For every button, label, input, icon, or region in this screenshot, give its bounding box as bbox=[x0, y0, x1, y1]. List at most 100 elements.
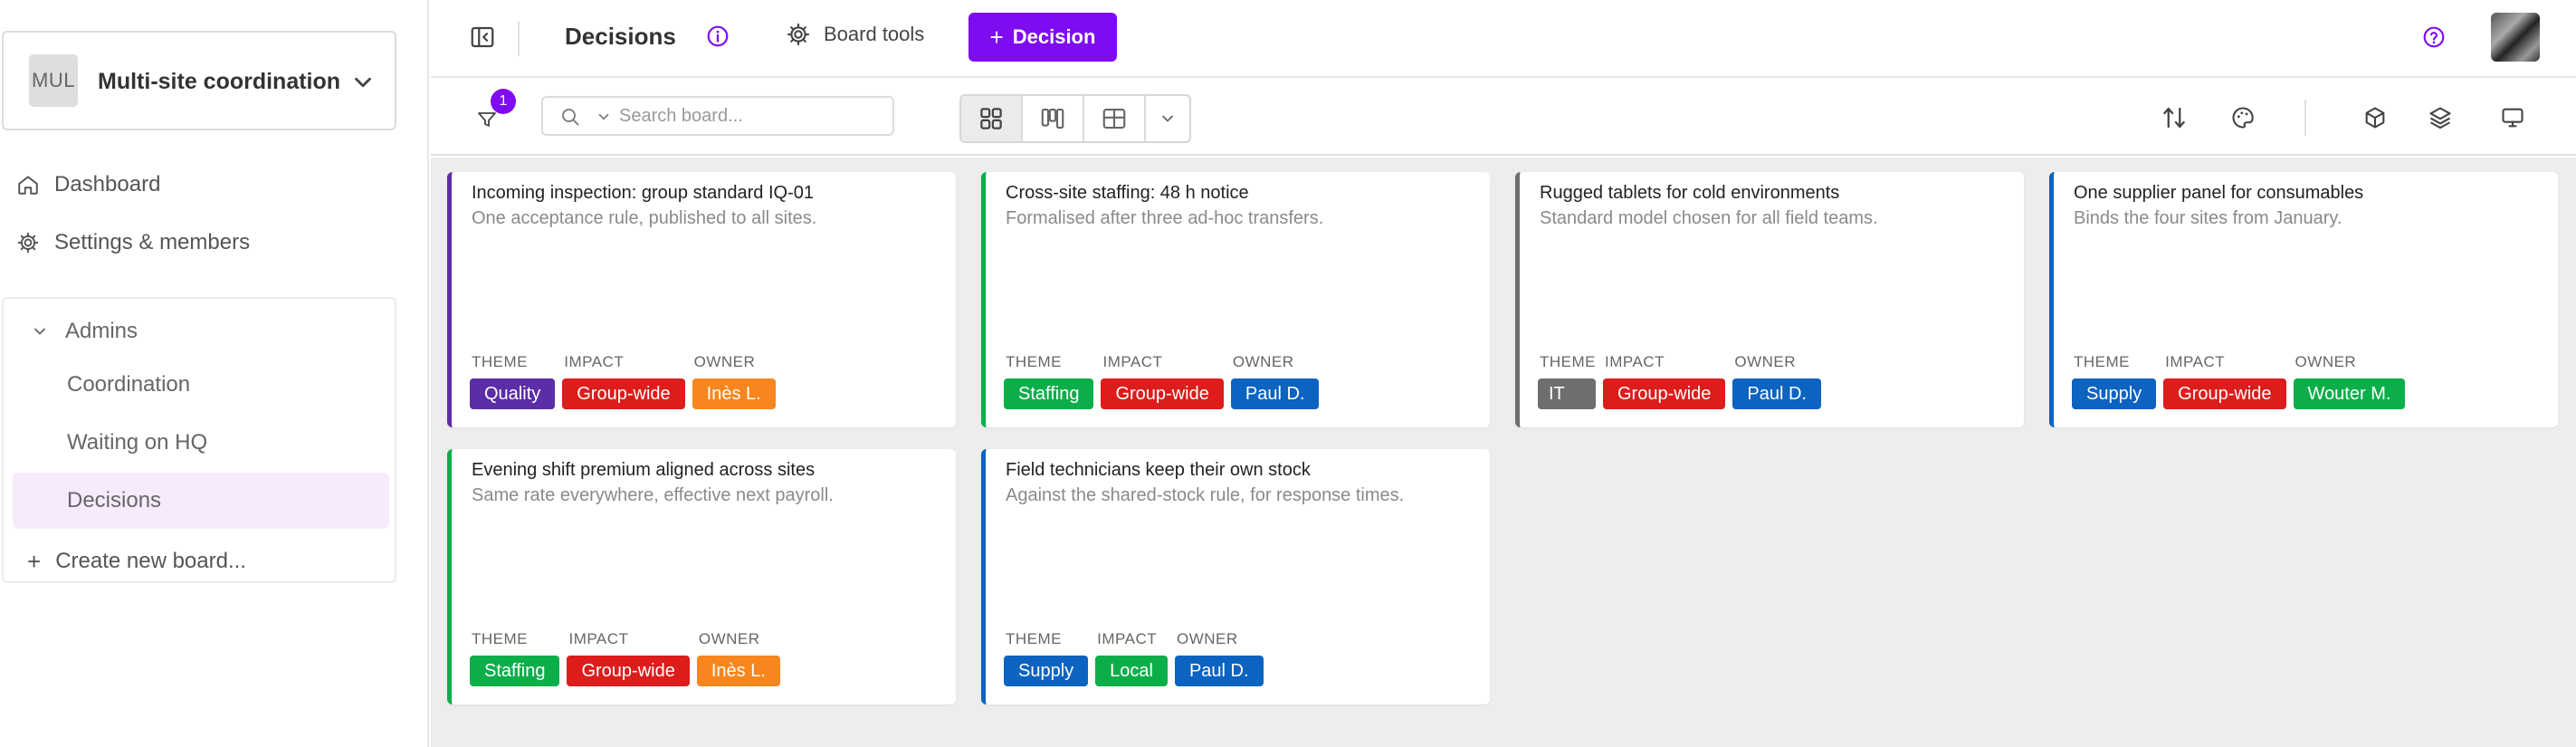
section-admins[interactable]: Admins bbox=[31, 313, 138, 350]
card-title: Evening shift premium aligned across sit… bbox=[472, 460, 816, 480]
owner-tag[interactable]: Wouter M. bbox=[2293, 378, 2406, 409]
field-theme: THEME IT bbox=[1538, 353, 1596, 409]
chevron-down-icon bbox=[34, 328, 45, 335]
field-impact: IMPACT Group-wide bbox=[1101, 353, 1224, 409]
owner-tag[interactable]: Paul D. bbox=[1174, 656, 1264, 686]
sidebar-item-label: Waiting on HQ bbox=[67, 430, 208, 455]
presentation-button[interactable] bbox=[2496, 101, 2529, 134]
impact-tag[interactable]: Group-wide bbox=[562, 378, 685, 409]
view-grid-button[interactable] bbox=[961, 96, 1023, 141]
card-subtitle: Binds the four sites from January. bbox=[2074, 208, 2342, 228]
board-toolbar: 1 bbox=[431, 80, 2576, 156]
card-fields: THEME Staffing IMPACT Group-wide OWNER P… bbox=[1004, 353, 1320, 409]
chevron-down-icon[interactable] bbox=[596, 109, 612, 125]
page-title: Decisions bbox=[565, 23, 676, 50]
field-label: IMPACT bbox=[2165, 353, 2226, 370]
user-avatar[interactable] bbox=[2491, 13, 2540, 62]
field-impact: IMPACT Group-wide bbox=[1603, 353, 1726, 409]
search-box[interactable] bbox=[541, 96, 894, 136]
help-icon bbox=[2423, 26, 2445, 48]
impact-tag[interactable]: Local bbox=[1095, 656, 1168, 686]
plus-icon: + bbox=[989, 23, 1004, 51]
section-admins-label: Admins bbox=[65, 319, 138, 343]
field-label: OWNER bbox=[2295, 353, 2357, 370]
owner-tag[interactable]: Inès L. bbox=[692, 378, 776, 409]
decision-card[interactable]: One supplier panel for consumables Binds… bbox=[2049, 172, 2558, 427]
owner-tag[interactable]: Paul D. bbox=[1732, 378, 1821, 409]
decision-card[interactable]: Evening shift premium aligned across sit… bbox=[447, 449, 956, 704]
theme-tag[interactable]: Supply bbox=[1004, 656, 1089, 686]
sidebar-item-waiting-on-hq[interactable]: Waiting on HQ bbox=[13, 415, 389, 471]
field-owner: OWNER Paul D. bbox=[1174, 630, 1264, 686]
table-view-icon bbox=[1102, 108, 1126, 129]
theme-tag[interactable]: Staffing bbox=[470, 656, 560, 686]
add-decision-button[interactable]: + Decision bbox=[968, 13, 1117, 62]
search-input[interactable] bbox=[619, 103, 882, 129]
chevron-down-icon bbox=[1162, 115, 1173, 122]
board-grid: Incoming inspection: group standard IQ-0… bbox=[431, 158, 2576, 747]
owner-tag[interactable]: Paul D. bbox=[1230, 378, 1320, 409]
sidebar: MUL Multi-site coordination Dashboard Se… bbox=[0, 0, 429, 747]
nav-settings-members[interactable]: Settings & members bbox=[16, 225, 250, 261]
nav-dashboard[interactable]: Dashboard bbox=[16, 167, 160, 203]
sidebar-item-label: Coordination bbox=[67, 372, 191, 397]
monitor-icon bbox=[2502, 108, 2524, 128]
filter-count-badge: 1 bbox=[491, 89, 516, 114]
impact-tag[interactable]: Group-wide bbox=[1603, 378, 1726, 409]
chevron-down-icon bbox=[355, 77, 371, 88]
card-title: Field technicians keep their own stock bbox=[1006, 460, 1311, 480]
theme-tag[interactable]: Quality bbox=[470, 378, 556, 409]
toggle-sidebar-button[interactable] bbox=[469, 24, 496, 51]
field-label: IMPACT bbox=[568, 630, 629, 647]
sidebar-item-coordination[interactable]: Coordination bbox=[13, 357, 389, 413]
search-icon bbox=[562, 109, 579, 126]
create-board-button[interactable]: + Create new board... bbox=[27, 543, 246, 579]
card-title: Cross-site staffing: 48 h notice bbox=[1006, 183, 1249, 203]
nav-settings-label: Settings & members bbox=[54, 230, 251, 254]
theme-tag[interactable]: IT bbox=[1538, 378, 1596, 409]
field-impact: IMPACT Local bbox=[1095, 630, 1168, 686]
grid-view-icon bbox=[980, 108, 1002, 129]
field-label: OWNER bbox=[698, 630, 760, 647]
filter-button[interactable]: 1 bbox=[471, 89, 516, 136]
help-button[interactable] bbox=[2422, 25, 2446, 49]
field-label: IMPACT bbox=[564, 353, 625, 370]
home-icon bbox=[18, 176, 38, 195]
field-owner: OWNER Wouter M. bbox=[2293, 353, 2406, 409]
toolbar-divider bbox=[2304, 100, 2306, 136]
palette-icon bbox=[2232, 107, 2254, 129]
card-fields: THEME IT IMPACT Group-wide OWNER Paul D. bbox=[1538, 353, 1821, 409]
view-table-button[interactable] bbox=[1084, 96, 1146, 141]
decision-card[interactable]: Field technicians keep their own stock A… bbox=[981, 449, 1490, 704]
items-button[interactable] bbox=[2359, 101, 2391, 134]
sort-button[interactable] bbox=[2158, 101, 2190, 134]
cube-icon bbox=[2365, 107, 2385, 129]
view-kanban-button[interactable] bbox=[1023, 96, 1084, 141]
info-icon bbox=[707, 25, 729, 47]
field-label: OWNER bbox=[693, 353, 756, 370]
board-info-button[interactable] bbox=[706, 24, 730, 48]
card-subtitle: One acceptance rule, published to all si… bbox=[472, 208, 817, 228]
sidebar-item-decisions[interactable]: Decisions bbox=[13, 473, 389, 529]
impact-tag[interactable]: Group-wide bbox=[567, 656, 690, 686]
theme-tag[interactable]: Supply bbox=[2072, 378, 2157, 409]
app-root: MUL Multi-site coordination Dashboard Se… bbox=[0, 0, 2576, 747]
view-more-dropdown[interactable] bbox=[1146, 96, 1189, 141]
workspace-switcher[interactable]: MUL Multi-site coordination bbox=[2, 31, 396, 130]
board-tools-button[interactable]: Board tools bbox=[786, 22, 924, 47]
header-divider bbox=[518, 22, 520, 56]
field-theme: THEME Staffing bbox=[470, 630, 560, 686]
decision-card[interactable]: Rugged tablets for cold environments Sta… bbox=[1515, 172, 2024, 427]
layers-button[interactable] bbox=[2424, 101, 2457, 134]
owner-tag[interactable]: Inès L. bbox=[696, 656, 780, 686]
card-fields: THEME Supply IMPACT Group-wide OWNER Wou… bbox=[2072, 353, 2406, 409]
sidebar-item-label: Decisions bbox=[67, 488, 162, 512]
decision-card[interactable]: Incoming inspection: group standard IQ-0… bbox=[447, 172, 956, 427]
impact-tag[interactable]: Group-wide bbox=[2163, 378, 2286, 409]
color-button[interactable] bbox=[2227, 101, 2259, 134]
decision-card[interactable]: Cross-site staffing: 48 h notice Formali… bbox=[981, 172, 1490, 427]
field-owner: OWNER Inès L. bbox=[696, 630, 780, 686]
theme-tag[interactable]: Staffing bbox=[1004, 378, 1094, 409]
sidebar-toggle-icon bbox=[471, 26, 494, 48]
impact-tag[interactable]: Group-wide bbox=[1101, 378, 1224, 409]
